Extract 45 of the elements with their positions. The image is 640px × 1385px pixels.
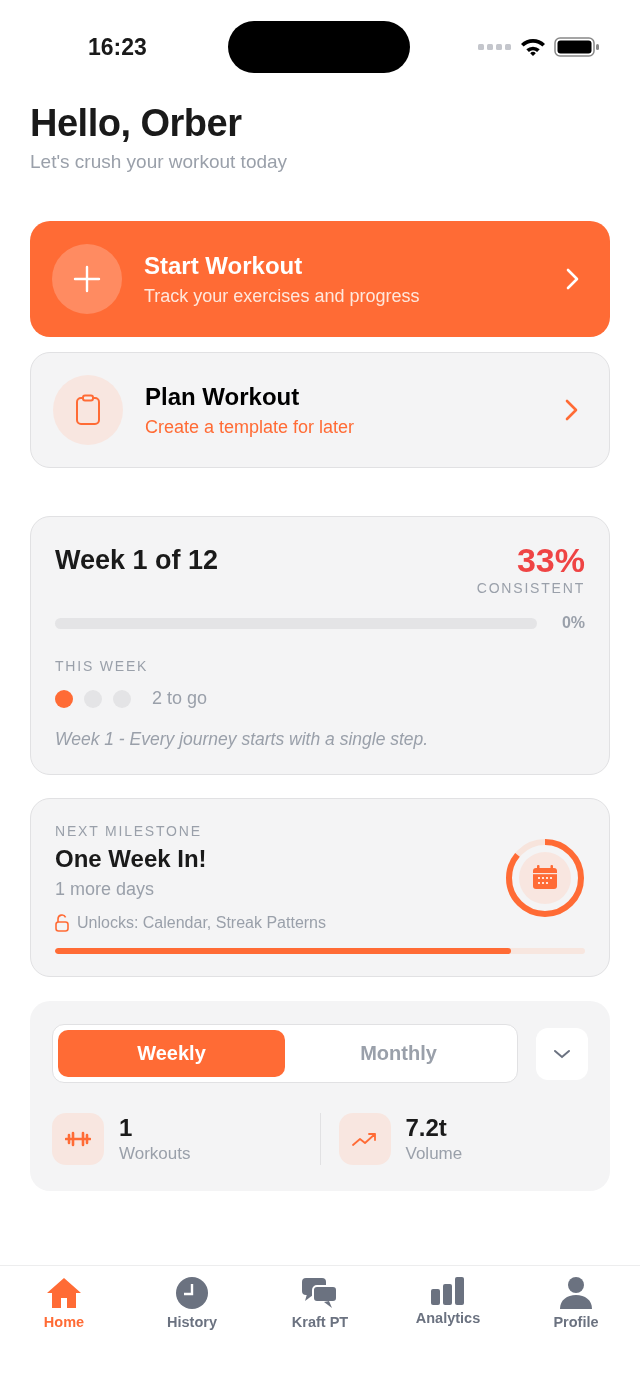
- consistency-label: CONSISTENT: [476, 580, 585, 596]
- home-icon: [45, 1276, 83, 1310]
- milestone-subtitle: 1 more days: [55, 879, 156, 900]
- tab-bar-item[interactable]: Analytics: [384, 1276, 512, 1326]
- calendar-icon: [533, 864, 557, 889]
- tab-bar-item[interactable]: Kraft PT: [256, 1276, 384, 1330]
- unlocks-text: Unlocks: Calendar, Streak Patterns: [77, 914, 326, 932]
- stat-value: 1: [119, 1114, 134, 1142]
- bar-chart-icon: [430, 1276, 466, 1306]
- battery-icon: [554, 36, 600, 58]
- progress-percent: 0%: [560, 614, 585, 632]
- week-title: Week 1 of 12: [55, 545, 219, 576]
- this-week-label: THIS WEEK: [55, 658, 150, 674]
- stat-value: 7.2t: [405, 1114, 448, 1142]
- clock-icon: [175, 1276, 209, 1310]
- milestone-title: One Week In!: [55, 845, 208, 873]
- start-workout-button[interactable]: Start Workout Track your exercises and progress: [30, 221, 610, 337]
- chat-bubbles-icon: [301, 1276, 339, 1310]
- signal-icon: [478, 43, 512, 51]
- plan-workout-button[interactable]: Plan Workout Create a template for later: [30, 352, 610, 468]
- chevron-right-icon: [566, 268, 580, 290]
- period-tab[interactable]: Weekly: [58, 1030, 285, 1077]
- stat-label: Volume: [405, 1144, 463, 1164]
- wifi-icon: [520, 37, 546, 57]
- tab-bar-item[interactable]: Profile: [512, 1276, 640, 1330]
- chevron-right-icon: [565, 399, 579, 421]
- greeting-subtitle: Let's crush your workout today: [30, 151, 289, 173]
- greeting-title: Hello, Orber: [30, 102, 243, 145]
- tab-bar-item[interactable]: Home: [0, 1276, 128, 1330]
- days-remaining: 2 to go: [152, 688, 208, 709]
- person-icon: [559, 1276, 593, 1310]
- unlock-icon: [55, 914, 69, 932]
- trend-up-icon: [351, 1131, 378, 1147]
- milestone-label: NEXT MILESTONE: [55, 823, 203, 839]
- stat-label: Workouts: [119, 1144, 191, 1164]
- status-time: 16:23: [88, 33, 148, 61]
- dumbbell-icon: [65, 1131, 91, 1147]
- dropdown-button[interactable]: [536, 1027, 588, 1080]
- clipboard-icon: [75, 394, 101, 426]
- chevron-down-icon: [553, 1048, 571, 1059]
- week-quote: Week 1 - Every journey starts with a single step.: [55, 729, 430, 750]
- consistency-percent: 33%: [516, 541, 585, 580]
- period-tab[interactable]: Monthly: [285, 1030, 512, 1077]
- tab-bar-item[interactable]: History: [128, 1276, 256, 1330]
- plus-icon: [73, 265, 101, 293]
